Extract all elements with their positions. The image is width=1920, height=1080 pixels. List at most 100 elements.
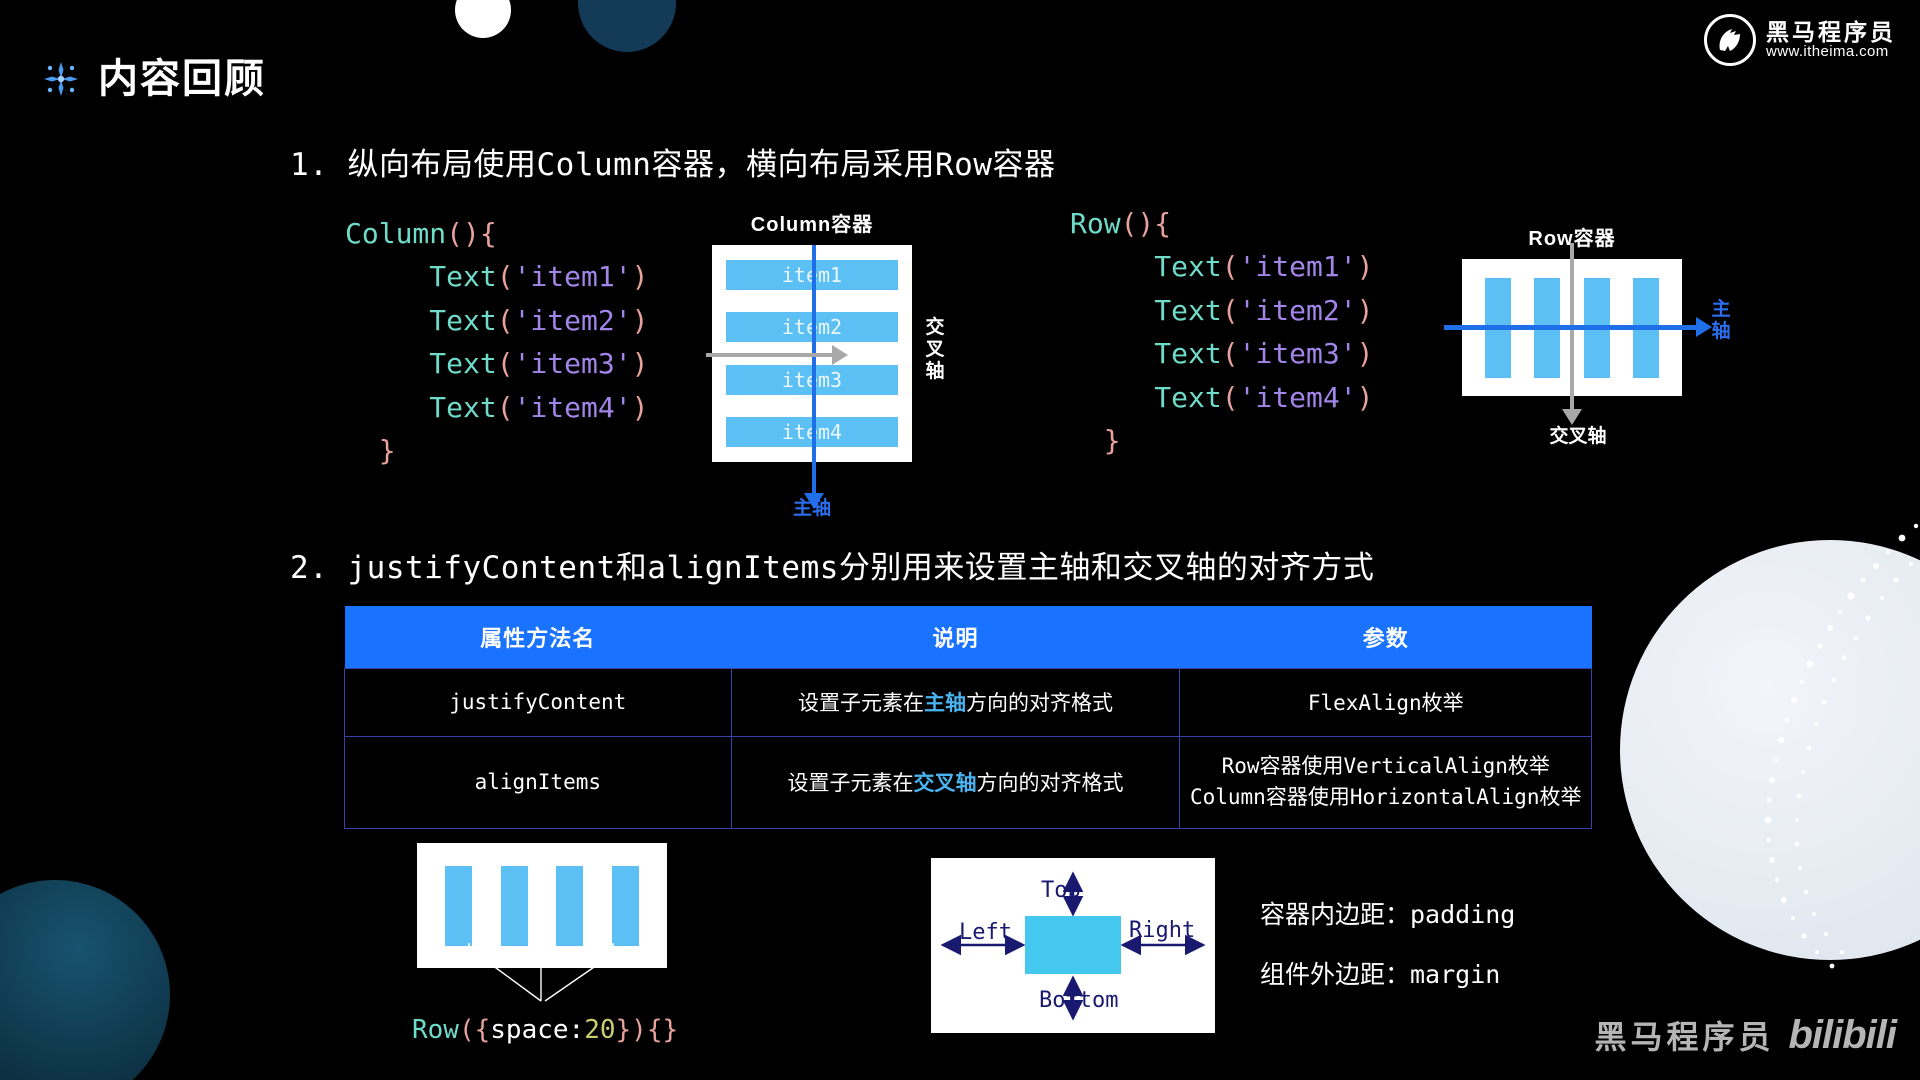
space-code-key: space: bbox=[490, 1015, 585, 1045]
logo-brand-name: 黑马程序员 bbox=[1766, 19, 1896, 46]
table-cell-property: justifyContent bbox=[344, 667, 732, 737]
decor-planet-left bbox=[0, 880, 170, 1080]
table-cell-param: FlexAlign枚举 bbox=[1179, 667, 1592, 737]
row-code-text-fn-1: Text bbox=[1154, 250, 1222, 284]
paren-close: ) bbox=[631, 260, 649, 294]
row-code-open: (){ bbox=[1120, 207, 1172, 240]
section-1-heading: 1. 纵向布局使用Column容器，横向布局采用Row容器 bbox=[290, 147, 1056, 183]
row-container-diagram: Row容器 主轴 交叉轴 bbox=[1444, 222, 1731, 447]
space-code-label: Row({space:20}){} bbox=[412, 1015, 678, 1045]
paren-open: ( bbox=[496, 303, 514, 337]
row-space-diagram: Row({space:20}){} bbox=[412, 843, 678, 1045]
table-row: justifyContent 设置子元素在主轴方向的对齐格式 FlexAlign… bbox=[344, 667, 1592, 737]
table-cell-property: alignItems bbox=[344, 735, 732, 829]
column-code-open: (){ bbox=[446, 217, 497, 250]
row-code-close-brace: } bbox=[1103, 423, 1121, 457]
space-diagram-bar bbox=[500, 865, 528, 946]
row-main-axis-label: 主轴 bbox=[1711, 299, 1731, 342]
note-margin: 组件外边距：margin bbox=[1260, 960, 1501, 989]
paren-open: ( bbox=[1221, 337, 1239, 371]
space-code-close: }){} bbox=[615, 1015, 679, 1045]
column-code-text-fn-4: Text bbox=[429, 390, 497, 424]
paren-close: ) bbox=[1356, 337, 1374, 371]
column-main-axis-label: 主轴 bbox=[792, 498, 831, 519]
row-code-text-fn-3: Text bbox=[1154, 337, 1222, 371]
desc-post: 方向的对齐格式 bbox=[966, 691, 1114, 715]
column-code-text-fn-1: Text bbox=[429, 260, 497, 294]
row-code-text-fn-2: Text bbox=[1154, 293, 1222, 327]
decor-dot-arc bbox=[1764, 523, 1919, 969]
paren-open: ( bbox=[1221, 293, 1239, 327]
decor-planet-right bbox=[1620, 540, 1920, 960]
slide-header: 内容回顾 黑马程序员 www.itheima.com bbox=[0, 0, 1920, 110]
column-code-item-2: 'item2' bbox=[513, 303, 632, 337]
param-line-2: Column容器使用HorizontalAlign枚举 bbox=[1189, 785, 1582, 809]
column-code-text-fn-3: Text bbox=[429, 347, 497, 381]
space-diagram-bar bbox=[556, 865, 584, 946]
row-code-fn: Row bbox=[1070, 207, 1121, 240]
column-main-axis-arrow bbox=[804, 245, 824, 509]
table-header-row: 属性方法名 说明 参数 bbox=[344, 606, 1592, 668]
desc-pre: 设置子元素在 bbox=[798, 691, 925, 715]
page-title: 内容回顾 bbox=[98, 57, 266, 101]
desc-highlight: 交叉轴 bbox=[913, 771, 977, 795]
space-code-value: 20 bbox=[584, 1015, 616, 1045]
table-header-cell: 说明 bbox=[731, 606, 1180, 668]
padding-margin-diagram: Top Left Right Bottom bbox=[931, 858, 1215, 1033]
row-code-item-4: 'item4' bbox=[1238, 380, 1357, 414]
row-code-block: Row(){ Text('item1') Text('item2') Text(… bbox=[1070, 202, 1373, 462]
column-code-block: Column(){ Text('item1') Text('item2') Te… bbox=[345, 212, 648, 472]
column-code-text-fn-2: Text bbox=[429, 303, 497, 337]
paren-close: ) bbox=[1356, 380, 1374, 414]
sparkle-icon bbox=[44, 62, 78, 96]
table-header-cell: 属性方法名 bbox=[344, 606, 732, 668]
padding-label-top: Top bbox=[1041, 878, 1081, 903]
paren-close: ) bbox=[1356, 293, 1374, 327]
watermark: 黑马程序员 bilibili bbox=[1594, 1012, 1897, 1058]
row-code-text-fn-4: Text bbox=[1154, 380, 1222, 414]
desc-post: 方向的对齐格式 bbox=[976, 771, 1124, 795]
row-cross-axis-label: 交叉轴 bbox=[1549, 426, 1607, 447]
paren-close: ) bbox=[631, 390, 649, 424]
desc-highlight: 主轴 bbox=[924, 691, 967, 715]
desc-pre: 设置子元素在 bbox=[787, 771, 914, 795]
table-cell-description: 设置子元素在主轴方向的对齐格式 bbox=[730, 667, 1181, 737]
row-diagram-box: 主轴 交叉轴 bbox=[1444, 243, 1731, 447]
row-main-axis-arrow bbox=[1444, 317, 1712, 337]
paren-open: ( bbox=[1221, 250, 1239, 284]
paren-open: ( bbox=[1221, 380, 1239, 414]
column-diagram-caption: Column容器 bbox=[750, 214, 874, 236]
param-line-1: Row容器使用VerticalAlign枚举 bbox=[1221, 753, 1550, 778]
note-padding: 容器内边距：padding bbox=[1260, 900, 1516, 929]
column-code-fn: Column bbox=[345, 217, 447, 250]
column-code-close-brace: } bbox=[378, 433, 396, 467]
column-cross-axis-arrow bbox=[706, 345, 848, 365]
paren-open: ( bbox=[496, 390, 514, 424]
table-header-cell: 参数 bbox=[1179, 606, 1592, 668]
table-cell-description: 设置子元素在交叉轴方向的对齐格式 bbox=[730, 735, 1181, 829]
padding-label-bottom: Bottom bbox=[1039, 988, 1119, 1013]
space-code-fn: Row bbox=[412, 1015, 459, 1045]
space-diagram-bar bbox=[445, 865, 473, 946]
watermark-platform: bilibili bbox=[1788, 1012, 1897, 1057]
space-diagram-bar bbox=[611, 865, 639, 946]
watermark-brand: 黑马程序员 bbox=[1594, 1019, 1775, 1055]
section-2-heading: 2. justifyContent和alignItems分别用来设置主轴和交叉轴… bbox=[290, 550, 1375, 586]
row-code-item-2: 'item2' bbox=[1238, 293, 1357, 327]
paren-close: ) bbox=[631, 303, 649, 337]
paren-close: ) bbox=[631, 347, 649, 381]
table-cell-param: Row容器使用VerticalAlign枚举 Column容器使用Horizon… bbox=[1179, 735, 1592, 829]
column-cross-axis-label: 交叉轴 bbox=[925, 317, 945, 382]
row-code-item-1: 'item1' bbox=[1238, 250, 1357, 284]
column-diagram-box: item1 item2 item3 item4 主轴 交叉轴 bbox=[706, 245, 945, 519]
paren-close: ) bbox=[1356, 250, 1374, 284]
space-code-open: ({ bbox=[458, 1015, 491, 1045]
logo-url: www.itheima.com bbox=[1766, 43, 1889, 61]
column-code-item-3: 'item3' bbox=[513, 347, 632, 381]
padding-label-right: Right bbox=[1129, 918, 1196, 943]
paren-open: ( bbox=[496, 260, 514, 294]
space-brace-connector bbox=[460, 942, 622, 1002]
properties-table: 属性方法名 说明 参数 justifyContent 设置子元素在主轴方向的对齐… bbox=[344, 606, 1592, 829]
column-code-item-4: 'item4' bbox=[513, 390, 632, 424]
column-container-diagram: Column容器 item1 item2 item3 item4 主轴 交叉轴 bbox=[706, 208, 945, 519]
